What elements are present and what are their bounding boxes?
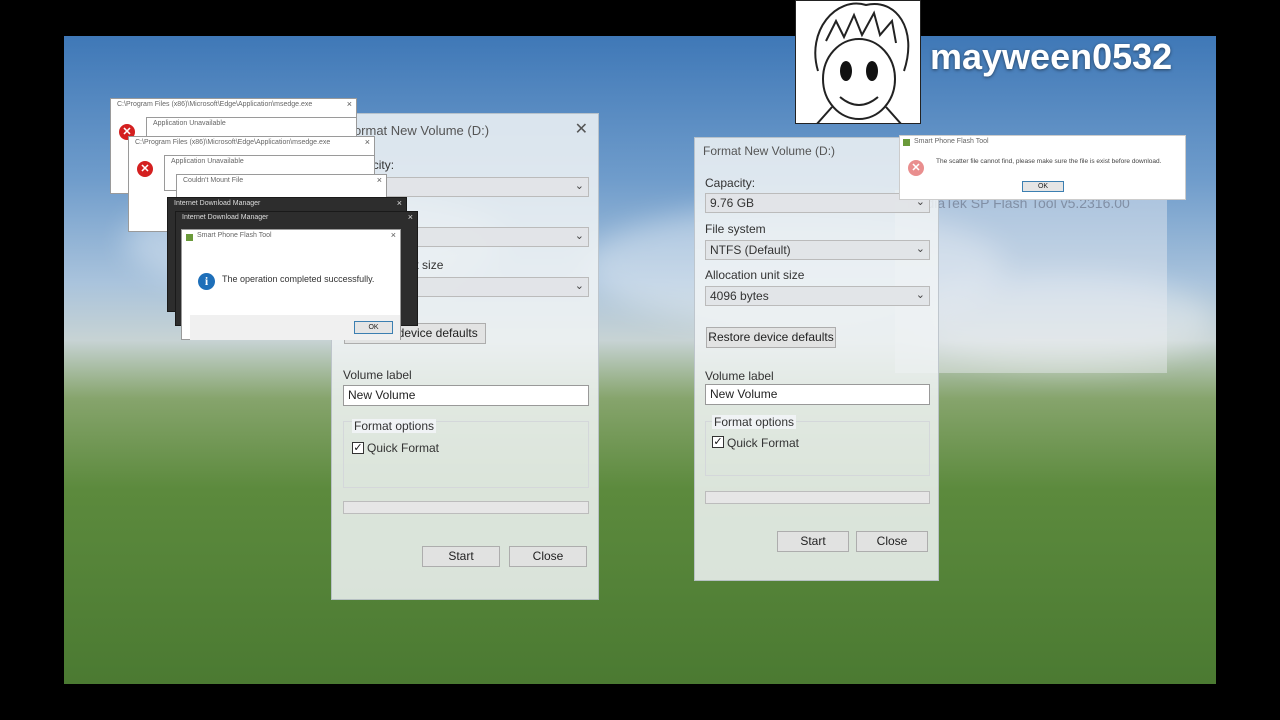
window-title: Application Unavailable — [171, 158, 244, 165]
format-dialog-right: Format New Volume (D:) Capacity: 9.76 GB… — [694, 137, 939, 581]
dialog-title: Smart Phone Flash Tool — [197, 232, 272, 239]
success-message: The operation completed successfully. — [222, 274, 375, 284]
format-options-label: Format options — [712, 415, 797, 429]
start-button[interactable]: Start — [422, 546, 500, 567]
letterbox-right — [1216, 0, 1280, 720]
format-progress-bar — [343, 501, 589, 514]
info-icon: i — [198, 273, 215, 290]
chevron-down-icon: ⌄ — [574, 230, 584, 242]
channel-name: mayween0532 — [930, 36, 1173, 77]
window-title: Couldn't Mount File — [183, 177, 244, 184]
chevron-down-icon: ⌄ — [915, 289, 925, 301]
app-icon — [186, 234, 193, 241]
quick-format-checkbox[interactable]: ✓ — [352, 442, 364, 454]
window-title: C:\Program Files (x86)\Microsoft\Edge\Ap… — [135, 139, 331, 146]
alloc-select[interactable]: 4096 bytes ⌄ — [705, 286, 930, 306]
success-dialog: Smart Phone Flash Tool × i The operation… — [181, 229, 401, 340]
close-button[interactable]: Close — [856, 531, 928, 552]
close-icon[interactable]: × — [408, 212, 413, 222]
restore-defaults-button[interactable]: Restore device defaults — [706, 327, 836, 348]
quick-format-checkbox[interactable]: ✓ — [712, 436, 724, 448]
close-icon[interactable]: × — [391, 230, 396, 240]
error-icon: ✕ — [908, 160, 924, 176]
filesystem-select[interactable]: NTFS (Default) ⌄ — [705, 240, 930, 260]
dialog-title: Format New Volume (D:) — [703, 144, 836, 158]
volume-label-input[interactable]: New Volume — [705, 384, 930, 405]
capacity-select[interactable]: 9.76 GB ⌄ — [705, 193, 930, 213]
close-icon[interactable]: ✕ — [575, 119, 588, 139]
close-icon[interactable]: × — [347, 99, 352, 109]
ok-button[interactable]: OK — [354, 321, 393, 334]
window-title: Internet Download Manager — [182, 214, 269, 221]
error-icon: ✕ — [137, 161, 153, 177]
capacity-label: Capacity: — [705, 176, 756, 190]
quick-format-label: Quick Format — [367, 441, 440, 455]
volume-label-label: Volume label — [705, 369, 774, 383]
app-icon — [903, 139, 910, 146]
scatter-error-dialog: Smart Phone Flash Tool ✕ The scatter fil… — [899, 135, 1186, 200]
format-progress-bar — [705, 491, 930, 504]
window-title: Internet Download Manager — [174, 200, 261, 207]
window-title: C:\Program Files (x86)\Microsoft\Edge\Ap… — [117, 101, 313, 108]
dialog-title: Smart Phone Flash Tool — [914, 138, 989, 145]
letterbox-left — [0, 0, 64, 720]
error-message: The scatter file cannot find, please mak… — [936, 158, 1162, 165]
close-button[interactable]: Close — [509, 546, 587, 567]
alloc-label: Allocation unit size — [705, 268, 805, 282]
checkmark-icon: ✓ — [353, 442, 363, 454]
letterbox-bottom — [0, 684, 1280, 720]
checkmark-icon: ✓ — [713, 436, 723, 448]
volume-label-input[interactable]: New Volume — [343, 385, 589, 406]
chevron-down-icon: ⌄ — [574, 280, 584, 292]
letterbox-top — [0, 0, 1280, 36]
chevron-down-icon: ⌄ — [915, 243, 925, 255]
volume-label-label: Volume label — [343, 368, 412, 382]
quick-format-label: Quick Format — [727, 436, 800, 450]
window-title: Application Unavailable — [153, 120, 226, 127]
cartoon-face-icon — [814, 2, 910, 123]
chevron-down-icon: ⌄ — [574, 180, 584, 192]
close-icon[interactable]: × — [377, 175, 382, 185]
close-icon[interactable]: × — [397, 198, 402, 208]
filesystem-label: File system — [705, 222, 766, 236]
format-options-label: Format options — [352, 419, 437, 433]
start-button[interactable]: Start — [777, 531, 849, 552]
close-icon[interactable]: × — [365, 137, 370, 147]
avatar — [795, 0, 921, 124]
ok-button[interactable]: OK — [1022, 181, 1064, 192]
